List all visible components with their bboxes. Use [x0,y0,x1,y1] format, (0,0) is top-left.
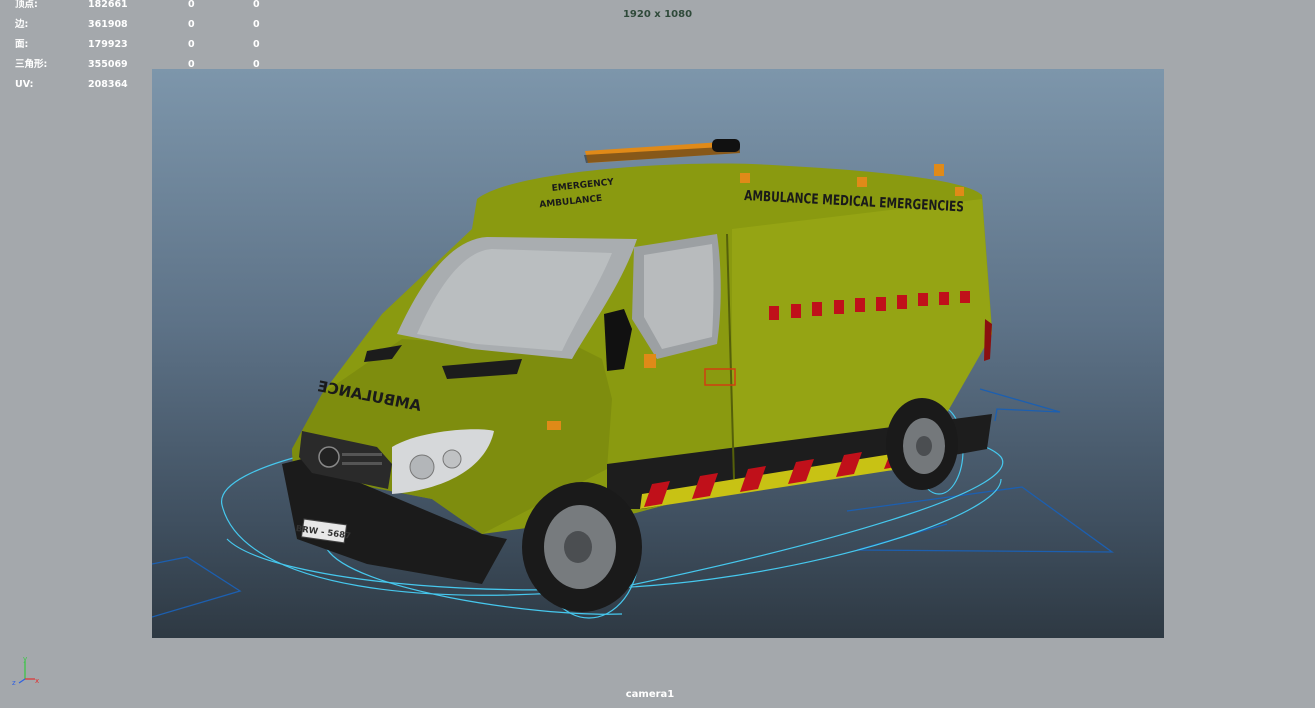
front-wheel [522,482,642,612]
hud-value: 179923 [88,39,128,50]
hud-value: 0 [188,39,195,50]
hud-value: 355069 [88,59,128,70]
scene: BRW - 5687 AMBULANCE EMERGENCY AMBULANCE… [152,139,1115,619]
hud-value: 208364 [88,79,128,90]
hud-value: 0 [253,19,260,30]
ambulance-model[interactable]: BRW - 5687 AMBULANCE EMERGENCY AMBULANCE… [282,139,992,612]
hud-value: 361908 [88,19,128,30]
axis-label-y: y [23,655,27,663]
hud-label: 三角形: [15,59,48,70]
hud-value: 0 [188,19,195,30]
hud-label: UV: [15,79,34,90]
hud-label: 边: [15,19,29,30]
axis-label-z: z [12,679,16,687]
resolution-gate-label: 1920 x 1080 [622,9,693,20]
rear-wheel [886,398,958,490]
axis-label-x: x [35,677,39,685]
view-axis-gizmo: y x z [12,655,39,687]
viewport-3d[interactable]: BRW - 5687 AMBULANCE EMERGENCY AMBULANCE… [152,69,1164,638]
hud-value: 0 [253,39,260,50]
hud-label: 面: [15,39,29,50]
camera-name-label: camera1 [625,689,675,700]
